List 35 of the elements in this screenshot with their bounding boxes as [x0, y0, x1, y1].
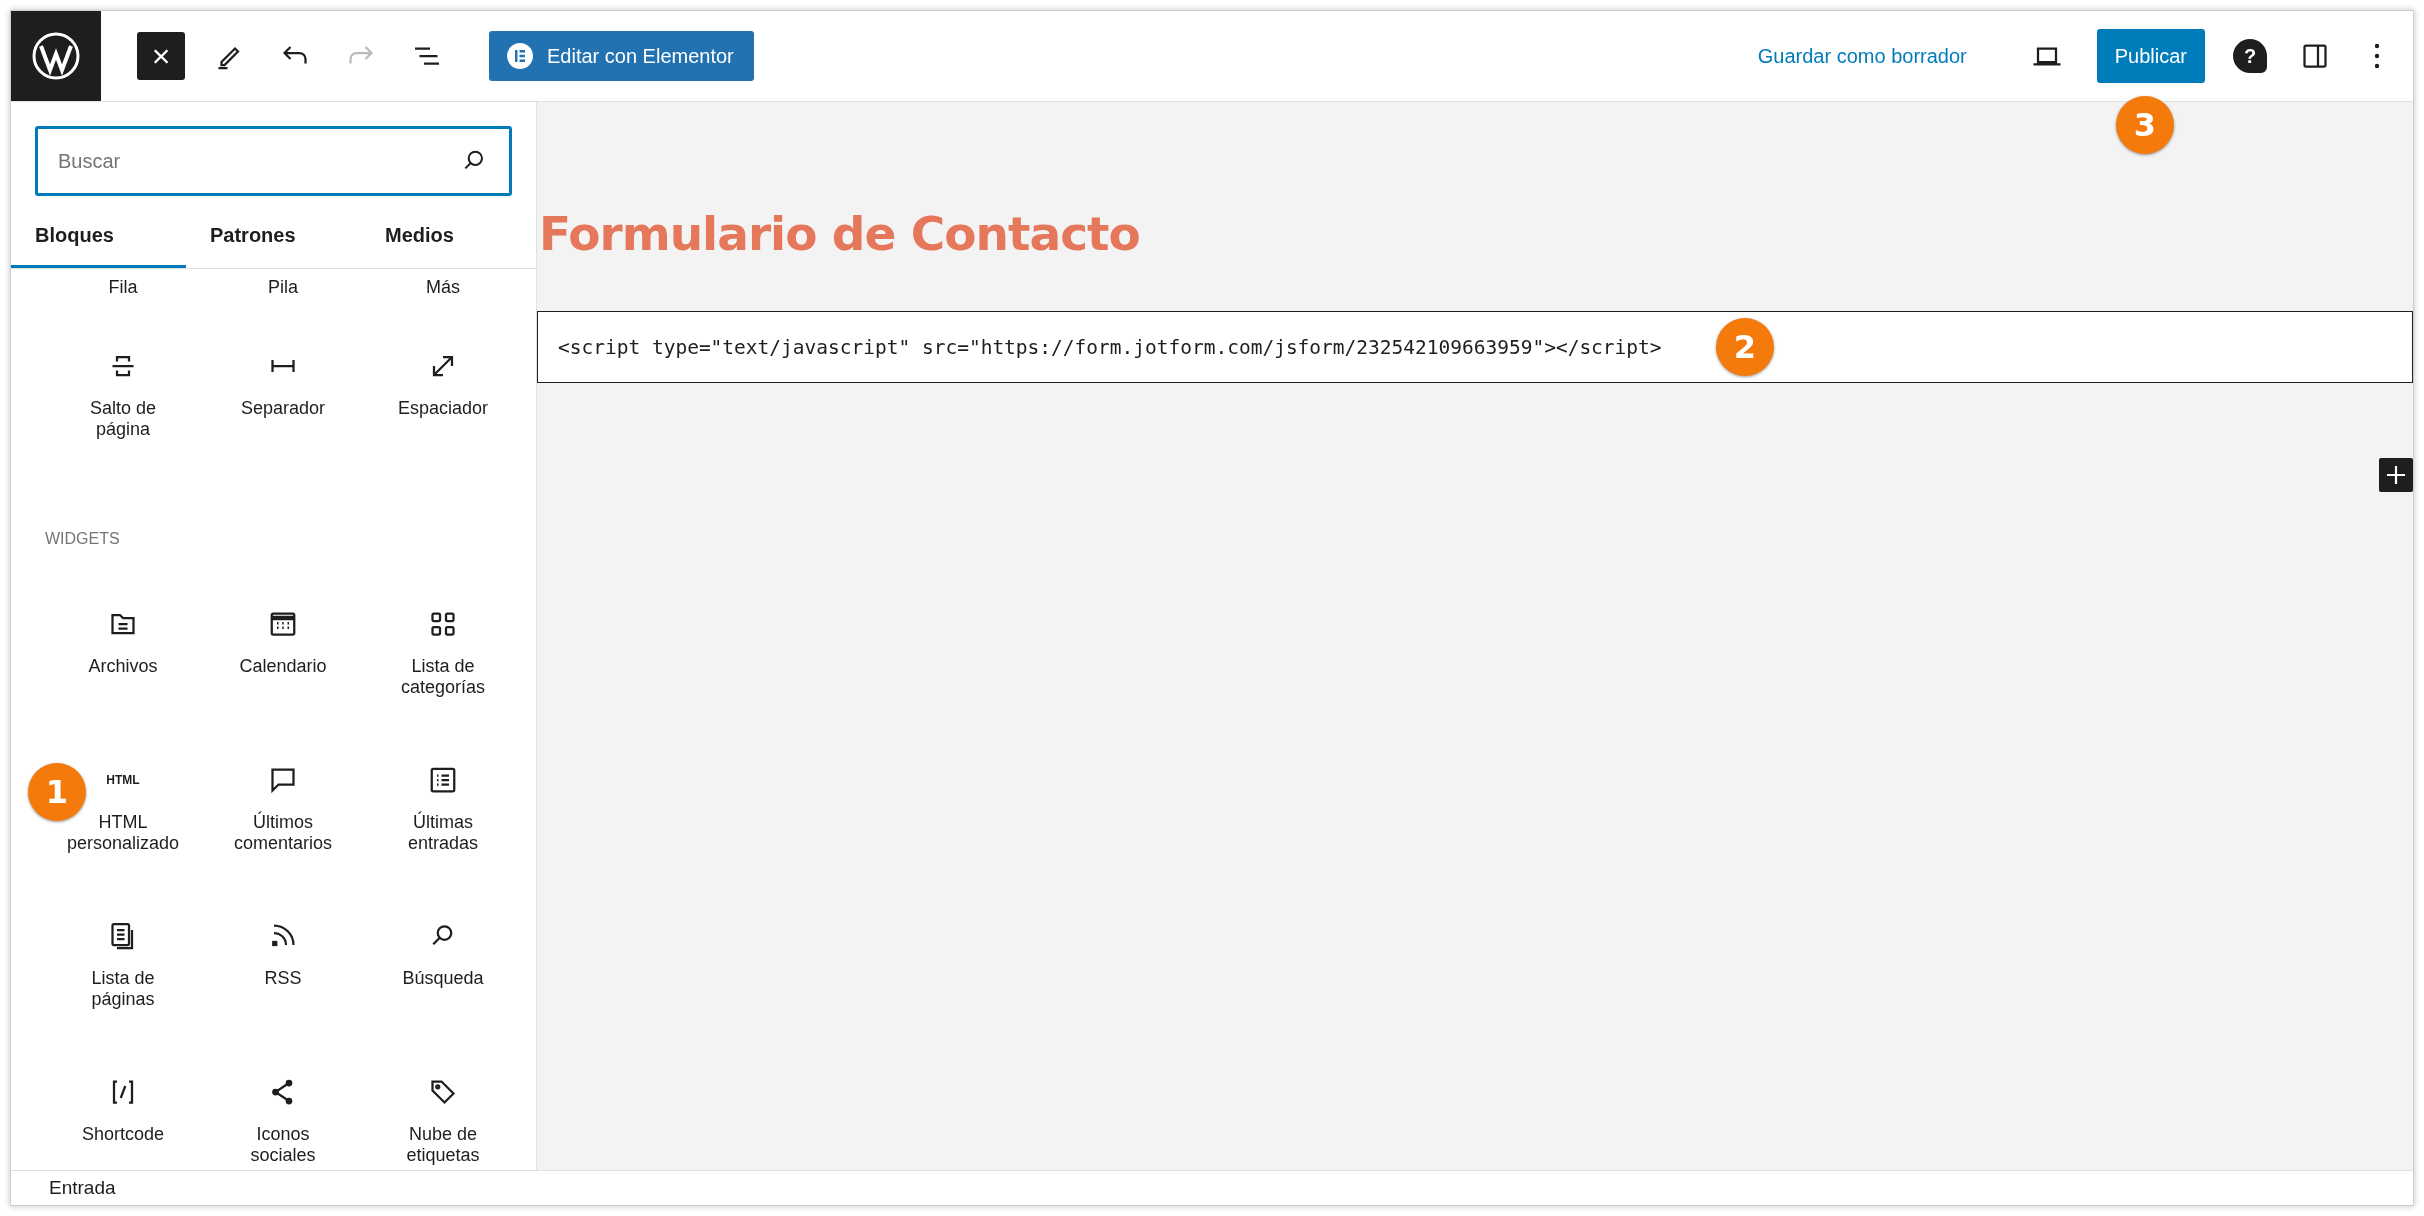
block-label[interactable]: Lista de categorías	[383, 656, 503, 698]
breadcrumb[interactable]: Entrada	[11, 1170, 2413, 1205]
inserter-tab[interactable]: Medios	[361, 206, 536, 268]
block-label[interactable]: Búsqueda	[383, 968, 503, 989]
block-label[interactable]: Pila	[223, 277, 343, 298]
section-heading: WIDGETS	[44, 529, 121, 549]
kebab-icon	[2374, 43, 2380, 69]
block-label[interactable]: Nube de etiquetas	[383, 1124, 503, 1166]
elementor-icon	[507, 43, 533, 69]
wordpress-logo[interactable]	[11, 11, 101, 101]
plus-icon	[2385, 464, 2407, 486]
block-label[interactable]: Fila	[63, 277, 183, 298]
step-badge: 1	[28, 763, 86, 821]
block-label[interactable]: Lista de páginas	[63, 968, 183, 1010]
block-label[interactable]: Archivos	[63, 656, 183, 677]
add-block-button[interactable]	[2379, 458, 2413, 492]
help-button[interactable]: ?	[2233, 39, 2267, 73]
close-button[interactable]: ×	[137, 32, 185, 80]
block-label[interactable]: Últimos comentarios	[223, 812, 343, 854]
block-label[interactable]: Separador	[223, 398, 343, 419]
inserter-tab[interactable]: Bloques	[11, 206, 186, 268]
block-label[interactable]: Shortcode	[63, 1124, 183, 1145]
block-label[interactable]: Más	[383, 277, 503, 298]
block-label[interactable]: Últimas entradas	[383, 812, 503, 854]
inserter-tab[interactable]: Patrones	[186, 206, 361, 268]
block-label[interactable]: Calendario	[223, 656, 343, 677]
block-label[interactable]: Salto de página	[63, 398, 183, 440]
block-label[interactable]: Espaciador	[383, 398, 503, 419]
html-icon: HTML	[106, 773, 140, 787]
elementor-button[interactable]: Editar con Elementor	[489, 31, 754, 81]
search-field[interactable]: Buscar	[35, 126, 512, 196]
block-label[interactable]: Iconos sociales	[223, 1124, 343, 1166]
publish-button[interactable]: Publicar	[2096, 29, 2205, 83]
block-label[interactable]: RSS	[223, 968, 343, 989]
save-draft-link[interactable]: Guardar como borrador	[1751, 43, 1973, 69]
